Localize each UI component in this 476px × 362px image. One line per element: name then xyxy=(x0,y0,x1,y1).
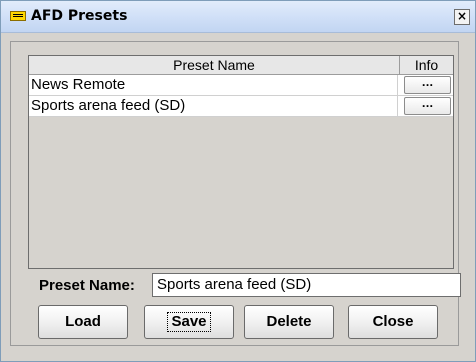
save-button[interactable]: Save xyxy=(144,305,234,339)
save-button-label: Save xyxy=(167,312,211,332)
preset-name-cell[interactable]: Sports arena feed (SD) xyxy=(31,96,398,116)
column-header-info[interactable]: Info xyxy=(400,56,453,74)
afd-presets-window: AFD Presets × Preset Name Info News Remo… xyxy=(0,0,476,362)
table-header: Preset Name Info xyxy=(29,56,453,75)
title-bar[interactable]: AFD Presets × xyxy=(1,1,475,33)
preset-name-label: Preset Name: xyxy=(39,277,135,294)
close-icon[interactable]: × xyxy=(454,9,470,25)
table-row[interactable]: News Remote ... xyxy=(29,75,453,96)
table-row[interactable]: Sports arena feed (SD) ... xyxy=(29,96,453,117)
preset-name-cell[interactable]: News Remote xyxy=(31,75,398,95)
column-header-preset-name[interactable]: Preset Name xyxy=(29,56,400,74)
preset-name-input[interactable]: Sports arena feed (SD) xyxy=(152,273,461,297)
info-button[interactable]: ... xyxy=(404,97,451,115)
window-title: AFD Presets xyxy=(31,8,128,24)
afd-preset-icon xyxy=(10,11,26,21)
info-button[interactable]: ... xyxy=(404,76,451,94)
close-button[interactable]: Close xyxy=(348,305,438,339)
load-button[interactable]: Load xyxy=(38,305,128,339)
preset-table: Preset Name Info News Remote ... Sports … xyxy=(28,55,454,269)
delete-button[interactable]: Delete xyxy=(244,305,334,339)
